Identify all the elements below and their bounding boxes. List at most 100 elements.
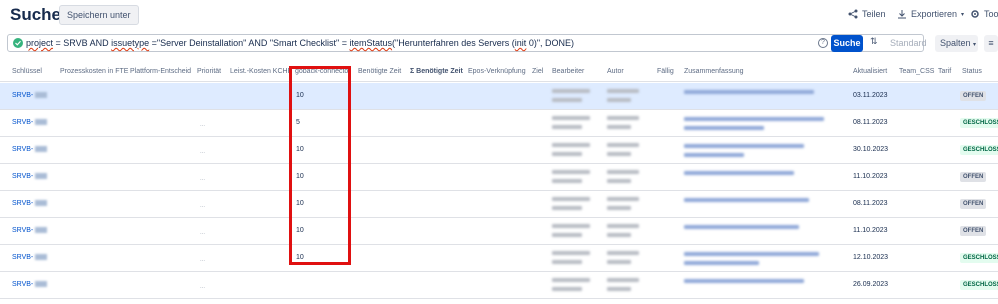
- status-badge: GESCHLOSSEN: [960, 118, 998, 128]
- goback-connector-highlight: [289, 66, 351, 265]
- col-process-costs[interactable]: Prozesskosten in FTE: [60, 68, 128, 75]
- table-row[interactable]: SRVB-... 10 11.10.2023 OFFEN: [0, 218, 998, 245]
- table-row[interactable]: SRVB-... 26.09.2023 GESCHLOSSEN: [0, 272, 998, 299]
- more-options-icon[interactable]: ≡: [984, 35, 998, 52]
- redacted-summary-link[interactable]: [684, 225, 799, 229]
- updated-date: 08.11.2023: [853, 200, 888, 207]
- issue-key-text: SRVB-: [12, 119, 34, 126]
- col-team[interactable]: Team_CSS: [899, 68, 934, 75]
- redacted-reporter: [607, 116, 639, 120]
- empty-cell: ...: [200, 176, 206, 182]
- col-status[interactable]: Status: [962, 68, 982, 75]
- status-badge: GESCHLOSSEN: [960, 253, 998, 263]
- issue-key-text: SRVB-: [12, 92, 34, 99]
- issue-key-link[interactable]: SRVB-: [12, 200, 48, 207]
- table-row[interactable]: SRVB-...1012.10.2023GESCHLOSSEN: [0, 245, 998, 272]
- export-button[interactable]: Exportieren ▾: [897, 9, 964, 19]
- issue-key-link[interactable]: SRVB-: [12, 227, 48, 234]
- redacted-summary-link[interactable]: [684, 153, 744, 157]
- header: Suchen Speichern unter Teilen Exportiere…: [0, 0, 998, 30]
- redacted-reporter: [607, 278, 639, 282]
- col-priority[interactable]: Priorität: [197, 68, 221, 75]
- empty-cell: ...: [200, 257, 206, 263]
- col-key[interactable]: Schlüssel: [12, 68, 42, 75]
- tools-button[interactable]: Tools: [970, 9, 998, 19]
- help-icon[interactable]: ?: [818, 38, 828, 48]
- redacted-reporter: [607, 89, 639, 93]
- redacted-key-number: [35, 92, 48, 99]
- col-service-costs[interactable]: Leist.-Kosten KCHF: [230, 68, 292, 75]
- columns-button[interactable]: Spalten ▾: [935, 35, 978, 52]
- empty-cell: ...: [200, 149, 206, 155]
- col-time-required[interactable]: Benötigte Zeit: [358, 68, 401, 75]
- col-due[interactable]: Fällig: [657, 68, 674, 75]
- redacted-summary-link[interactable]: [684, 117, 824, 121]
- redacted-summary-link[interactable]: [684, 198, 809, 202]
- col-goal[interactable]: Ziel: [532, 68, 543, 75]
- table-row[interactable]: SRVB-...508.11.2023GESCHLOSSEN: [0, 110, 998, 137]
- col-assignee[interactable]: Bearbeiter: [552, 68, 584, 75]
- table-row[interactable]: SRVB-... 10 08.11.2023 OFFEN: [0, 191, 998, 218]
- jql-input[interactable]: project = SRVB AND issuetype ="Server De…: [7, 34, 924, 52]
- standard-link[interactable]: Standard: [890, 38, 927, 48]
- redacted-reporter: [607, 125, 631, 129]
- redacted-summary-link[interactable]: [684, 171, 794, 175]
- issue-key-text: SRVB-: [12, 173, 34, 180]
- redacted-assignee: [552, 251, 590, 255]
- search-button[interactable]: Suche: [831, 35, 863, 52]
- issue-key-text: SRVB-: [12, 227, 34, 234]
- redacted-key-number: [35, 281, 48, 288]
- redacted-key-number: [35, 227, 48, 234]
- issue-key-link[interactable]: SRVB-: [12, 92, 48, 99]
- table-row[interactable]: SRVB-...1030.10.2023GESCHLOSSEN: [0, 137, 998, 164]
- jql-query-text: project = SRVB AND issuetype ="Server De…: [26, 38, 575, 48]
- col-epic-link[interactable]: Epos-Verknüpfung: [468, 68, 526, 75]
- export-icon: [898, 10, 906, 19]
- col-tariff[interactable]: Tarif: [938, 68, 951, 75]
- share-icon: [848, 9, 858, 19]
- switch-mode-icon[interactable]: ⇅: [870, 36, 878, 47]
- redacted-summary-link[interactable]: [684, 252, 819, 256]
- redacted-summary-link[interactable]: [684, 261, 759, 265]
- col-summary[interactable]: Zusammenfassung: [684, 68, 744, 75]
- issue-key-link[interactable]: SRVB-: [12, 173, 48, 180]
- issue-key-text: SRVB-: [12, 200, 34, 207]
- col-updated[interactable]: Aktualisiert: [853, 68, 887, 75]
- redacted-reporter: [607, 233, 631, 237]
- redacted-summary-link[interactable]: [684, 90, 814, 94]
- redacted-assignee: [552, 170, 590, 174]
- issue-key-text: SRVB-: [12, 146, 34, 153]
- tools-label: Tools: [984, 9, 998, 19]
- col-reporter[interactable]: Autor: [607, 68, 624, 75]
- updated-date: 11.10.2023: [853, 227, 888, 234]
- issue-key-link[interactable]: SRVB-: [12, 146, 48, 153]
- table-row[interactable]: SRVB-... 10 11.10.2023 OFFEN: [0, 164, 998, 191]
- redacted-summary-link[interactable]: [684, 279, 804, 283]
- save-as-button[interactable]: Speichern unter: [59, 5, 139, 25]
- redacted-assignee: [552, 224, 590, 228]
- status-badge: OFFEN: [960, 91, 987, 101]
- redacted-reporter: [607, 260, 631, 264]
- redacted-summary-link[interactable]: [684, 144, 804, 148]
- issue-key-link[interactable]: SRVB-: [12, 119, 48, 126]
- empty-cell: ...: [200, 203, 206, 209]
- table-row[interactable]: SRVB- 10 03.11.2023 OFFEN: [0, 83, 998, 110]
- redacted-assignee: [552, 116, 590, 120]
- share-button[interactable]: Teilen: [848, 9, 886, 19]
- redacted-assignee: [552, 206, 582, 210]
- col-platform[interactable]: Plattform-Entscheid: [130, 68, 191, 75]
- redacted-summary-link[interactable]: [684, 126, 764, 130]
- redacted-assignee: [552, 143, 590, 147]
- status-badge: OFFEN: [960, 172, 987, 182]
- redacted-reporter: [607, 170, 639, 174]
- chevron-down-icon: ▾: [973, 42, 977, 48]
- col-sum-time-required[interactable]: Σ Benötigte Zeit: [410, 68, 463, 75]
- redacted-reporter: [607, 152, 631, 156]
- redacted-assignee: [552, 98, 582, 102]
- issue-key-link[interactable]: SRVB-: [12, 254, 48, 261]
- empty-cell: ...: [200, 230, 206, 236]
- issue-key-text: SRVB-: [12, 254, 34, 261]
- redacted-key-number: [35, 254, 48, 261]
- issue-key-link[interactable]: SRVB-: [12, 281, 48, 288]
- redacted-reporter: [607, 251, 639, 255]
